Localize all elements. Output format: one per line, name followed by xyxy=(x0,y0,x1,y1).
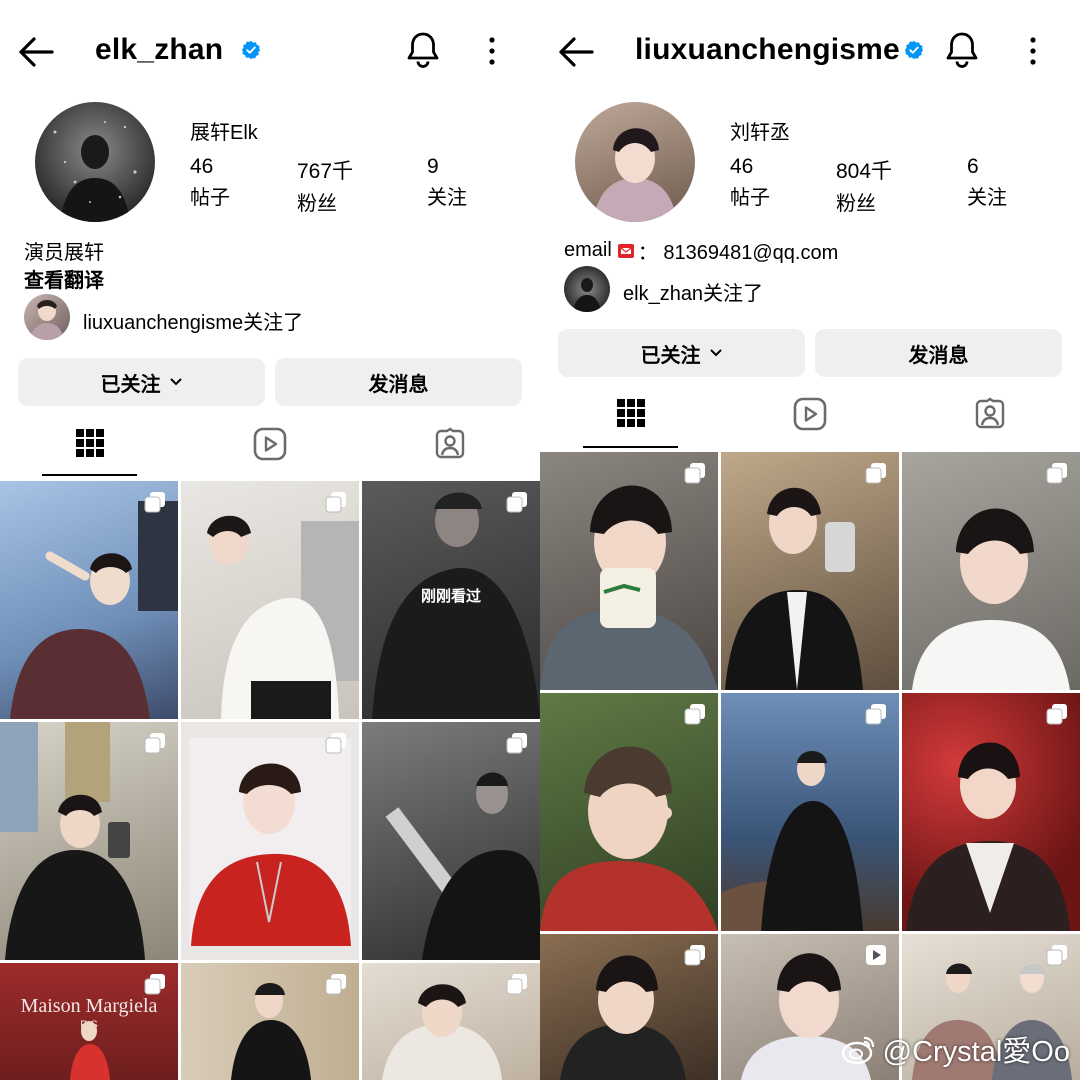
post-thumbnail[interactable]: 刚刚看过 xyxy=(362,481,540,719)
mailbox-icon xyxy=(617,243,634,258)
post-thumbnail[interactable] xyxy=(721,693,899,931)
following-label: 关注 xyxy=(967,187,1007,209)
profile-avatar[interactable] xyxy=(35,102,155,222)
notification-bell-icon[interactable] xyxy=(405,30,441,70)
tab-reels[interactable] xyxy=(788,392,832,436)
mutual-follower-avatar[interactable] xyxy=(24,294,70,340)
post-thumbnail[interactable] xyxy=(362,963,540,1080)
grid-icon xyxy=(75,429,104,457)
posts-label: 帖子 xyxy=(190,187,230,209)
post-thumbnail[interactable] xyxy=(540,934,718,1080)
post-thumbnail[interactable]: Maison Margiela P S xyxy=(0,963,178,1080)
right-profile-screen: liuxuanchengisme 刘轩丞 46 帖子 804千 粉丝 6 关注 … xyxy=(540,0,1080,1080)
verified-badge-icon xyxy=(904,40,924,65)
followed-by-text[interactable]: elk_zhan关注了 xyxy=(623,277,763,306)
post-thumbnail[interactable] xyxy=(0,481,178,719)
posts-stat[interactable]: 46 帖子 xyxy=(190,155,230,210)
posts-stat[interactable]: 46 帖子 xyxy=(730,155,770,210)
more-options-icon[interactable] xyxy=(484,36,500,66)
posts-grid xyxy=(540,452,1080,1080)
profile-avatar[interactable] xyxy=(575,102,695,222)
post-thumbnail[interactable] xyxy=(181,963,359,1080)
display-name: 展轩Elk xyxy=(190,122,258,144)
following-stat[interactable]: 6 关注 xyxy=(967,155,1007,210)
following-count: 9 xyxy=(427,155,439,178)
tab-tagged[interactable] xyxy=(428,422,472,466)
following-button[interactable]: 已关注 xyxy=(18,358,265,406)
posts-count: 46 xyxy=(730,155,754,178)
following-label: 关注 xyxy=(427,187,467,209)
recently-viewed-label: 刚刚看过 xyxy=(420,588,481,605)
email-address[interactable]: ： 81369481@qq.com xyxy=(638,236,838,265)
following-button[interactable]: 已关注 xyxy=(558,329,805,377)
post-thumbnail[interactable] xyxy=(181,481,359,719)
chevron-down-icon xyxy=(169,378,182,386)
following-stat[interactable]: 9 关注 xyxy=(427,155,467,210)
following-button-label: 已关注 xyxy=(100,373,161,396)
followers-count: 804千 xyxy=(836,160,893,183)
posts-grid: 刚刚看过 Maison Margiela P S xyxy=(0,481,540,1080)
grid-icon xyxy=(616,399,645,427)
tagged-person-icon xyxy=(975,397,1005,429)
post-thumbnail[interactable] xyxy=(362,722,540,960)
post-thumbnail[interactable] xyxy=(721,452,899,690)
tagged-person-icon xyxy=(435,427,465,459)
see-translation-link[interactable]: 查看翻译 xyxy=(24,264,104,293)
followed-by-text[interactable]: liuxuanchengisme关注了 xyxy=(83,306,303,335)
followers-label: 粉丝 xyxy=(836,193,876,215)
following-button-label: 已关注 xyxy=(640,344,701,367)
followers-count: 767千 xyxy=(297,160,354,183)
tab-posts-grid[interactable] xyxy=(42,420,137,466)
tab-tagged[interactable] xyxy=(968,392,1012,436)
email-line: email ： 81369481@qq.com xyxy=(564,236,838,265)
reels-icon xyxy=(253,427,287,461)
mutual-follower-avatar[interactable] xyxy=(564,266,610,312)
profile-username: liuxuanchengisme xyxy=(635,33,900,66)
post-thumbnail[interactable] xyxy=(902,693,1080,931)
active-tab-indicator xyxy=(583,446,678,448)
reel-play-icon xyxy=(866,945,886,965)
verified-badge-icon xyxy=(241,40,261,65)
notification-bell-icon[interactable] xyxy=(944,30,980,70)
display-name: 刘轩丞 xyxy=(730,122,790,144)
posts-label: 帖子 xyxy=(730,187,770,209)
message-button[interactable]: 发消息 xyxy=(275,358,522,406)
left-profile-screen: elk_zhan 展轩Elk 46 帖子 767千 粉丝 9 关注 演员展轩 查… xyxy=(0,0,540,1080)
back-arrow-icon[interactable] xyxy=(16,32,56,72)
chevron-down-icon xyxy=(709,349,722,357)
bio-text: 演员展轩 xyxy=(24,242,104,264)
more-options-icon[interactable] xyxy=(1025,36,1041,66)
active-tab-indicator xyxy=(42,474,137,476)
tab-posts-grid[interactable] xyxy=(583,390,678,436)
email-label: email xyxy=(564,239,612,261)
profile-username: elk_zhan xyxy=(95,33,224,66)
watermark: @Crystal愛Oo xyxy=(841,1028,1070,1070)
followers-stat[interactable]: 767千 粉丝 xyxy=(297,155,353,216)
followers-label: 粉丝 xyxy=(297,193,337,215)
back-arrow-icon[interactable] xyxy=(556,32,596,72)
message-button[interactable]: 发消息 xyxy=(815,329,1062,377)
post-thumbnail[interactable] xyxy=(181,722,359,960)
post-thumbnail[interactable] xyxy=(0,722,178,960)
post-thumbnail[interactable] xyxy=(540,693,718,931)
reels-icon xyxy=(793,397,827,431)
weibo-logo-icon xyxy=(841,1036,874,1064)
posts-count: 46 xyxy=(190,155,214,178)
following-count: 6 xyxy=(967,155,979,178)
tab-reels[interactable] xyxy=(248,422,292,466)
followers-stat[interactable]: 804千 粉丝 xyxy=(836,155,892,216)
watermark-text: @Crystal愛Oo xyxy=(882,1036,1070,1068)
post-thumbnail[interactable] xyxy=(540,452,718,690)
post-thumbnail[interactable] xyxy=(902,452,1080,690)
